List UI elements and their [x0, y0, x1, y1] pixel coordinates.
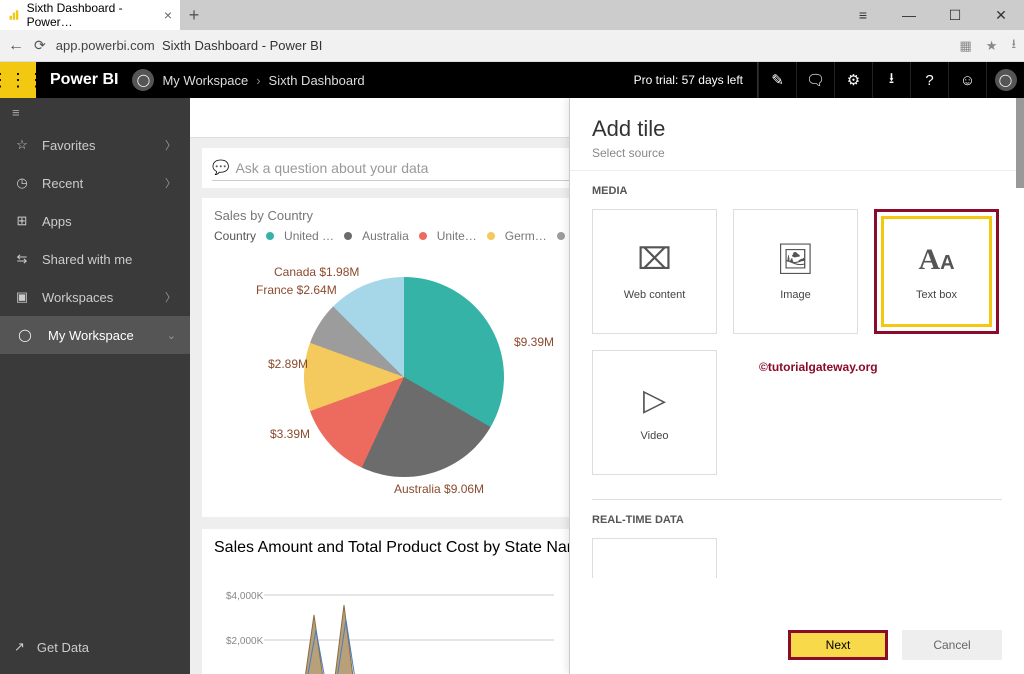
left-sidebar: ≡ ☆Favorites〉 ◷Recent〉 ⊞Apps ⇆Shared wit…	[0, 98, 190, 674]
panel-subtitle: Select source	[592, 146, 1002, 160]
get-data-button[interactable]: ↗Get Data	[0, 628, 190, 666]
pie-label: $9.39M	[514, 335, 554, 349]
star-icon: ☆	[14, 137, 30, 153]
svg-text:$2,000K: $2,000K	[226, 636, 264, 647]
chevron-down-icon: ⌄	[167, 329, 176, 342]
svg-text:$4,000K: $4,000K	[226, 591, 264, 602]
menu-icon[interactable]: ≡	[840, 0, 886, 30]
close-window-button[interactable]: ✕	[978, 0, 1024, 30]
watermark-text: ©tutorialgateway.org	[733, 350, 878, 475]
arrow-icon: ↗	[14, 639, 25, 655]
maximize-button[interactable]: ☐	[932, 0, 978, 30]
workspaces-icon: ▣	[14, 289, 30, 305]
close-tab-icon[interactable]: ×	[164, 7, 172, 23]
back-button[interactable]: ←	[8, 37, 24, 55]
chevron-right-icon: 〉	[165, 175, 176, 191]
pie-label: $2.89M	[268, 357, 308, 371]
next-button[interactable]: Next	[788, 630, 888, 660]
minimize-button[interactable]: ―	[886, 0, 932, 30]
workspace-avatar-icon: ◯	[132, 69, 154, 91]
add-tile-panel: Add tile Select source MEDIA ⌧ Web conte…	[569, 98, 1024, 674]
chevron-right-icon: 〉	[165, 137, 176, 153]
tile-web-content[interactable]: ⌧ Web content	[592, 209, 717, 334]
browser-tab[interactable]: Sixth Dashboard - Power… ×	[0, 0, 180, 30]
sidebar-collapse-button[interactable]: ≡	[0, 98, 190, 126]
comment-icon[interactable]: 🗨	[796, 62, 834, 98]
section-media-header: MEDIA	[570, 171, 1024, 203]
feedback-smile-icon[interactable]: ☺	[948, 62, 986, 98]
clock-icon: ◷	[14, 175, 30, 191]
download-icon[interactable]: ⭳	[872, 62, 910, 98]
chevron-right-icon: ›	[256, 73, 260, 88]
pie-label: Canada $1.98M	[274, 265, 359, 279]
chat-icon: 💬	[212, 159, 229, 176]
panel-title: Add tile	[592, 116, 1002, 142]
user-avatar[interactable]: ◯	[986, 62, 1024, 98]
extension-icon[interactable]: ▦	[959, 38, 971, 54]
apps-icon: ⊞	[14, 213, 30, 229]
sidebar-item-my-workspace[interactable]: ◯My Workspace⌄	[0, 316, 190, 354]
share-icon: ⇆	[14, 251, 30, 267]
legend-dot	[557, 232, 565, 240]
help-icon[interactable]: ?	[910, 62, 948, 98]
text-box-icon: AA	[918, 243, 954, 277]
browser-titlebar: Sixth Dashboard - Power… × + ≡ ― ☐ ✕	[0, 0, 1024, 30]
tile-video[interactable]: ▷ Video	[592, 350, 717, 475]
bookmark-star-icon[interactable]: ★	[986, 38, 998, 54]
video-icon: ▷	[643, 383, 666, 418]
sidebar-item-apps[interactable]: ⊞Apps	[0, 202, 190, 240]
new-tab-button[interactable]: +	[180, 0, 208, 30]
chevron-right-icon: 〉	[165, 289, 176, 305]
trial-status: Pro trial: 57 days left	[620, 62, 758, 98]
sidebar-item-favorites[interactable]: ☆Favorites〉	[0, 126, 190, 164]
legend-dot	[419, 232, 427, 240]
legend-dot	[266, 232, 274, 240]
edit-icon[interactable]: ✎	[758, 62, 796, 98]
legend-dot	[344, 232, 352, 240]
section-rtd-header: REAL-TIME DATA	[570, 500, 1024, 532]
sidebar-item-shared[interactable]: ⇆Shared with me	[0, 240, 190, 278]
image-icon: 🖼	[776, 242, 814, 277]
tile-image[interactable]: 🖼 Image	[733, 209, 858, 334]
reload-button[interactable]: ⟳	[34, 37, 46, 54]
web-content-icon: ⌧	[637, 242, 672, 277]
download-icon[interactable]: ⭳	[1011, 35, 1016, 57]
pie-label: France $2.64M	[256, 283, 337, 297]
legend-dot	[487, 232, 495, 240]
pie-label: Australia $9.06M	[394, 482, 484, 496]
tile-text-box[interactable]: AA Text box	[874, 209, 999, 334]
address-bar: ← ⟳ app.powerbi.com Sixth Dashboard - Po…	[0, 30, 1024, 62]
powerbi-favicon	[8, 8, 21, 22]
breadcrumb: ◯ My Workspace › Sixth Dashboard	[132, 69, 364, 91]
app-topnav: ⋮⋮⋮ Power BI ◯ My Workspace › Sixth Dash…	[0, 62, 1024, 98]
tab-title: Sixth Dashboard - Power…	[27, 1, 158, 29]
sidebar-item-recent[interactable]: ◷Recent〉	[0, 164, 190, 202]
user-circle-icon: ◯	[14, 324, 36, 346]
url-text[interactable]: app.powerbi.com Sixth Dashboard - Power …	[56, 38, 323, 53]
breadcrumb-workspace[interactable]: My Workspace	[162, 73, 248, 88]
sidebar-item-workspaces[interactable]: ▣Workspaces〉	[0, 278, 190, 316]
tile-placeholder[interactable]	[592, 538, 717, 578]
bar-chart: sAmount and T... $4,000K $2,000K	[214, 575, 554, 674]
breadcrumb-dashboard[interactable]: Sixth Dashboard	[269, 73, 365, 88]
cancel-button[interactable]: Cancel	[902, 630, 1002, 660]
scrollbar-thumb[interactable]	[1016, 98, 1024, 188]
pie-chart	[304, 277, 504, 477]
brand-label: Power BI	[36, 71, 132, 89]
settings-gear-icon[interactable]: ⚙	[834, 62, 872, 98]
pie-label: $3.39M	[270, 427, 310, 441]
app-launcher-icon[interactable]: ⋮⋮⋮	[0, 62, 36, 98]
